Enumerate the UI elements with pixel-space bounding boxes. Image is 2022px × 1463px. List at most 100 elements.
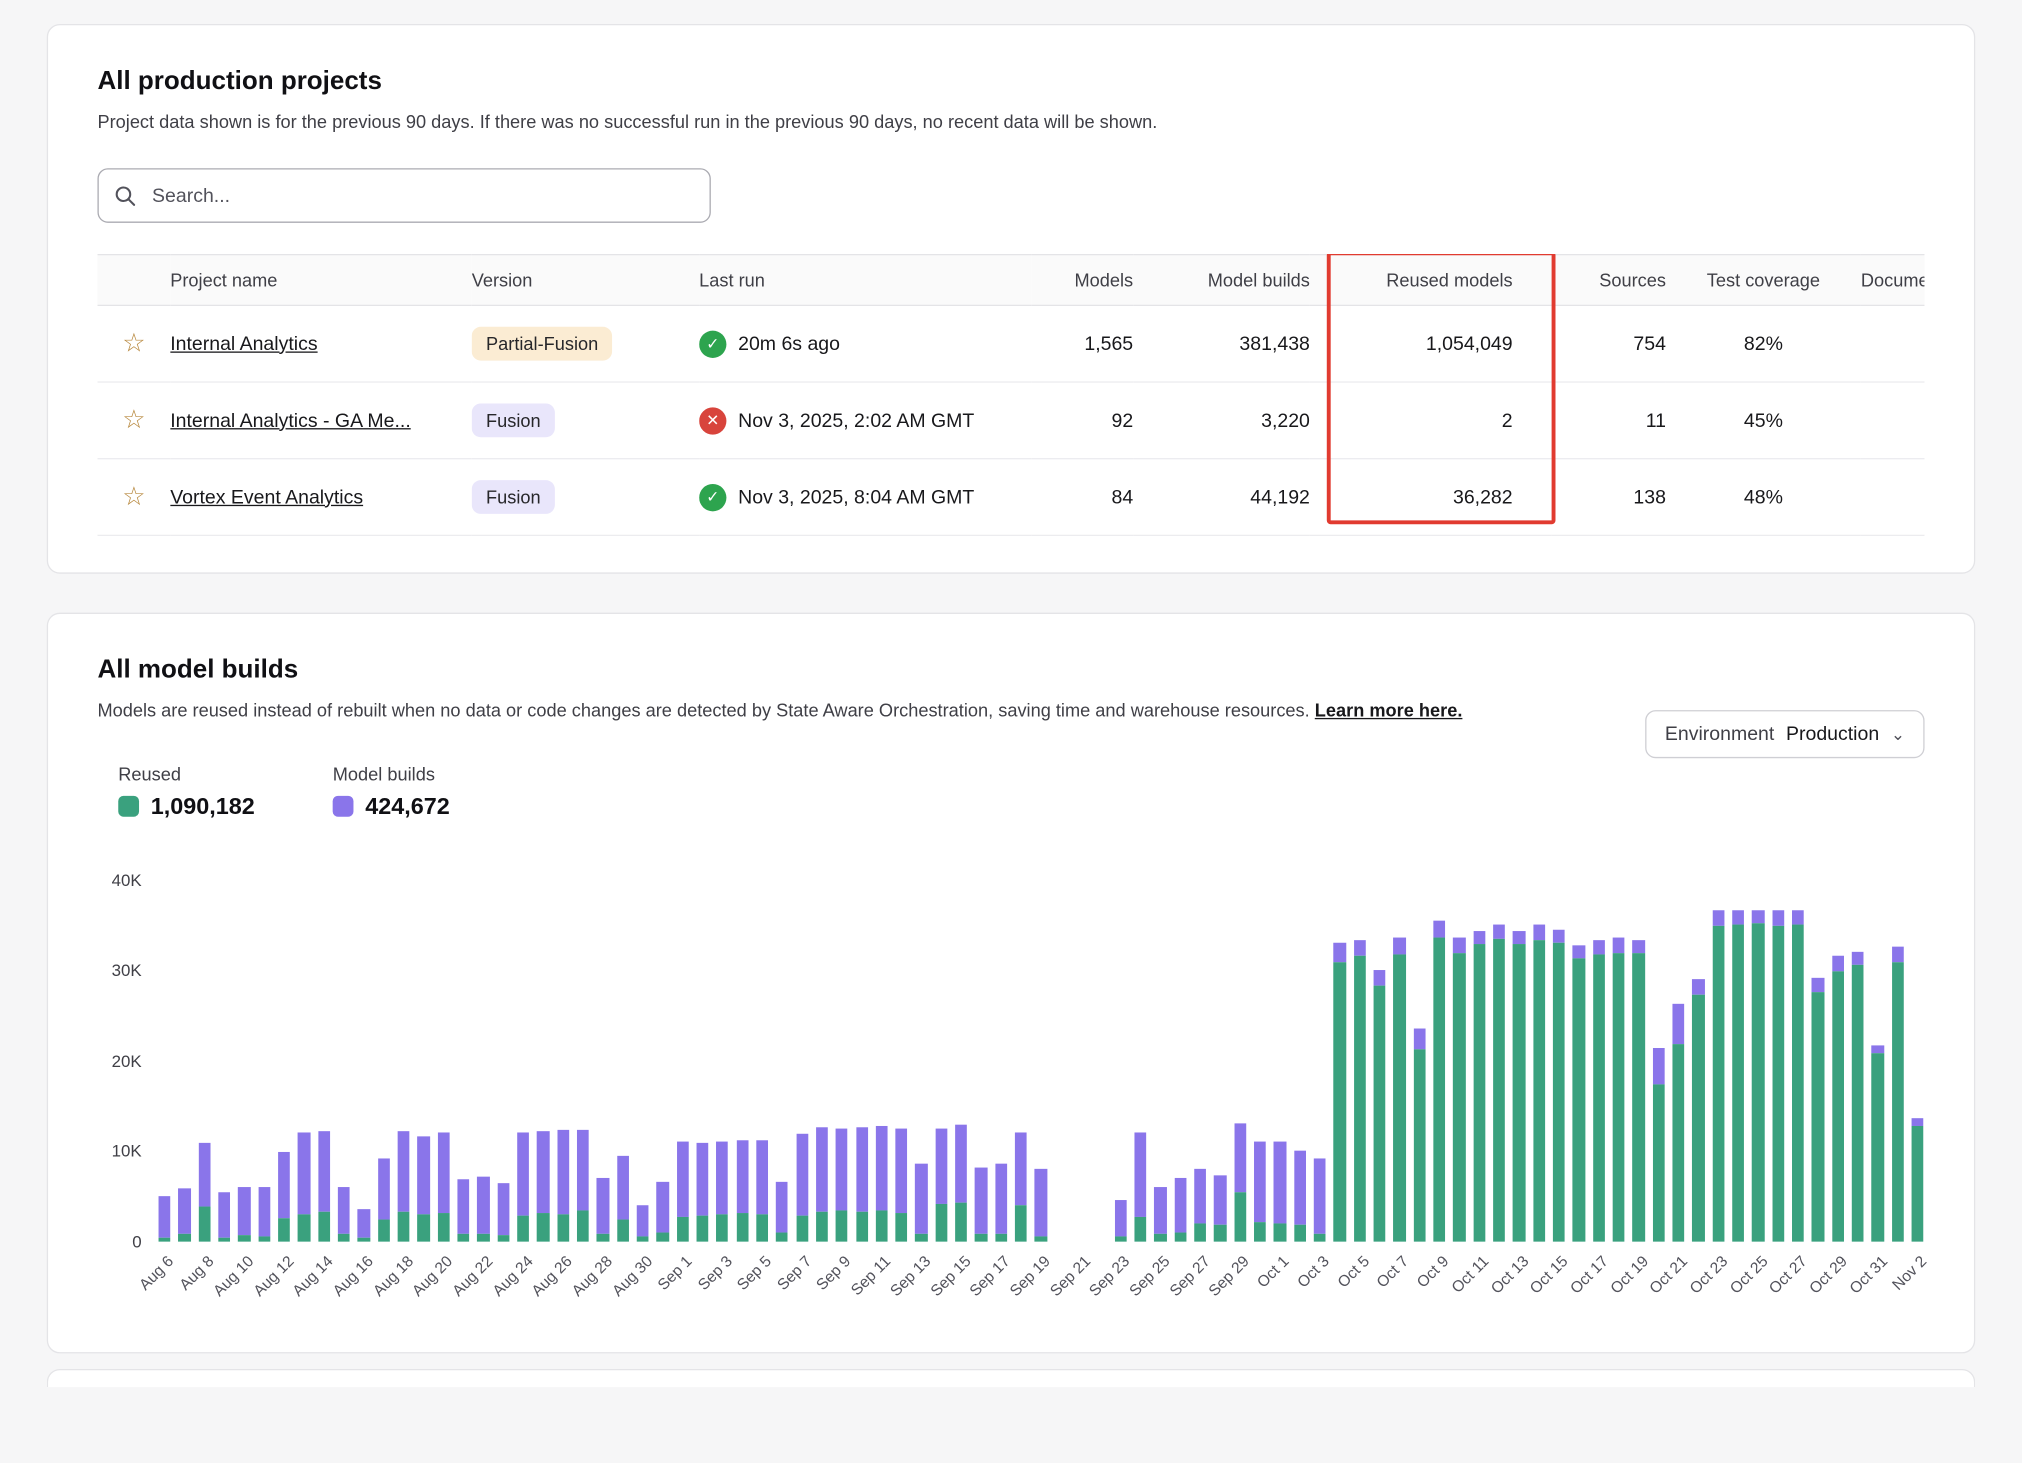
reused-segment: [1453, 953, 1465, 1241]
x-tick: Aug 26: [556, 1248, 571, 1321]
model-builds-segment: [856, 1127, 868, 1211]
reused-segment: [597, 1233, 609, 1241]
bar: [1591, 880, 1606, 1241]
legend-builds-value: 424,672: [365, 793, 450, 820]
x-tick: Oct 3: [1313, 1248, 1328, 1321]
project-name-link[interactable]: Vortex Event Analytics: [170, 486, 363, 508]
x-tick: Sep 9: [834, 1248, 849, 1321]
bar: [1651, 880, 1666, 1241]
bar: [1113, 880, 1128, 1241]
model-builds-segment: [1553, 929, 1565, 942]
reused-segment: [178, 1233, 190, 1241]
projects-table-wrap: Project name Version Last run Models Mod…: [97, 254, 1924, 536]
x-tick: Oct 19: [1631, 1248, 1646, 1321]
col-header-reused-models[interactable]: Reused models: [1310, 255, 1552, 306]
model-builds-segment: [338, 1187, 350, 1234]
model-builds-segment: [657, 1181, 669, 1232]
favorite-star-icon[interactable]: [122, 331, 145, 357]
model-builds-segment: [477, 1176, 489, 1233]
bar: [1811, 880, 1826, 1241]
model-builds-segment: [1692, 979, 1704, 995]
col-header-last-run[interactable]: Last run: [699, 255, 1032, 306]
bar: [595, 880, 610, 1241]
model-builds-segment: [1453, 937, 1465, 953]
reused-segment: [1015, 1205, 1027, 1241]
bar: [1034, 880, 1049, 1241]
model-builds-segment: [1374, 970, 1386, 986]
search-input[interactable]: [149, 184, 693, 209]
col-header-model-builds[interactable]: Model builds: [1133, 255, 1310, 306]
col-header-documentation[interactable]: Documentation: [1861, 255, 1925, 306]
environment-dropdown[interactable]: Environment Production: [1645, 711, 1924, 759]
reused-segment: [1254, 1222, 1266, 1241]
model-builds-segment: [1892, 946, 1904, 962]
next-card-edge: [47, 1368, 1975, 1386]
bar: [1332, 880, 1347, 1241]
x-tick: Aug 18: [396, 1248, 411, 1321]
last-run-text: Nov 3, 2025, 2:02 AM GMT: [738, 410, 974, 432]
bar: [834, 880, 849, 1241]
model-builds-segment: [258, 1187, 270, 1236]
col-header-project-name[interactable]: Project name: [170, 255, 471, 306]
bar: [1552, 880, 1567, 1241]
legend-builds-label: Model builds: [333, 763, 450, 784]
bar: [197, 880, 212, 1241]
favorite-star-icon[interactable]: [122, 408, 145, 434]
reused-segment: [1374, 985, 1386, 1241]
model-builds-segment: [497, 1183, 509, 1235]
project-name-link[interactable]: Internal Analytics - GA Me...: [170, 410, 411, 432]
y-axis: 010K20K30K40K: [97, 880, 157, 1241]
x-tick: Oct 23: [1711, 1248, 1726, 1321]
col-header-sources[interactable]: Sources: [1552, 255, 1666, 306]
reused-segment: [1832, 971, 1844, 1241]
reused-segment: [1752, 923, 1764, 1241]
table-header-row: Project name Version Last run Models Mod…: [97, 255, 1924, 306]
y-tick-label: 10K: [112, 1141, 142, 1160]
bar: [1492, 880, 1507, 1241]
bar: [1153, 880, 1168, 1241]
x-tick: Oct 21: [1671, 1248, 1686, 1321]
reused-segment: [1892, 962, 1904, 1241]
bar: [1472, 880, 1487, 1241]
reused-segment: [955, 1202, 967, 1241]
bar: [297, 880, 312, 1241]
y-tick-label: 20K: [112, 1051, 142, 1070]
builds-title: All model builds: [97, 656, 1924, 686]
x-tick: Aug 12: [277, 1248, 292, 1321]
model-builds-segment: [1194, 1168, 1206, 1223]
col-header-version[interactable]: Version: [472, 255, 699, 306]
bar: [456, 880, 471, 1241]
bar: [775, 880, 790, 1241]
model-builds-segment: [378, 1158, 390, 1219]
bar: [1731, 880, 1746, 1241]
reused-segment: [418, 1214, 430, 1241]
x-tick: Oct 27: [1791, 1248, 1806, 1321]
col-header-star: [97, 255, 170, 306]
project-name-link[interactable]: Internal Analytics: [170, 333, 317, 355]
x-tick: Aug 14: [317, 1248, 332, 1321]
bar: [1412, 880, 1427, 1241]
bar: [1432, 880, 1447, 1241]
x-tick-label: Aug 6: [136, 1251, 178, 1293]
table-row[interactable]: Internal Analytics Partial-Fusion 20m 6s…: [97, 306, 1924, 383]
model-builds-count: 44,192: [1133, 459, 1310, 536]
sources-count: 754: [1552, 306, 1666, 383]
learn-more-link[interactable]: Learn more here.: [1315, 700, 1463, 721]
model-builds-segment: [238, 1187, 250, 1235]
model-builds-segment: [1911, 1118, 1923, 1126]
col-header-test-coverage[interactable]: Test coverage: [1666, 255, 1861, 306]
x-tick: Oct 15: [1552, 1248, 1567, 1321]
table-row[interactable]: Internal Analytics - GA Me... Fusion Nov…: [97, 382, 1924, 459]
bar: [1611, 880, 1626, 1241]
bar: [635, 880, 650, 1241]
model-builds-segment: [358, 1209, 370, 1238]
reused-segment: [1274, 1223, 1286, 1241]
reused-models-count: 36,282: [1310, 459, 1552, 536]
model-builds-segment: [1533, 924, 1545, 940]
reused-segment: [856, 1211, 868, 1241]
col-header-models[interactable]: Models: [1032, 255, 1133, 306]
favorite-star-icon[interactable]: [122, 484, 145, 510]
table-row[interactable]: Vortex Event Analytics Fusion Nov 3, 202…: [97, 459, 1924, 536]
model-builds-card: All model builds Models are reused inste…: [47, 613, 1975, 1353]
reused-segment: [995, 1233, 1007, 1241]
